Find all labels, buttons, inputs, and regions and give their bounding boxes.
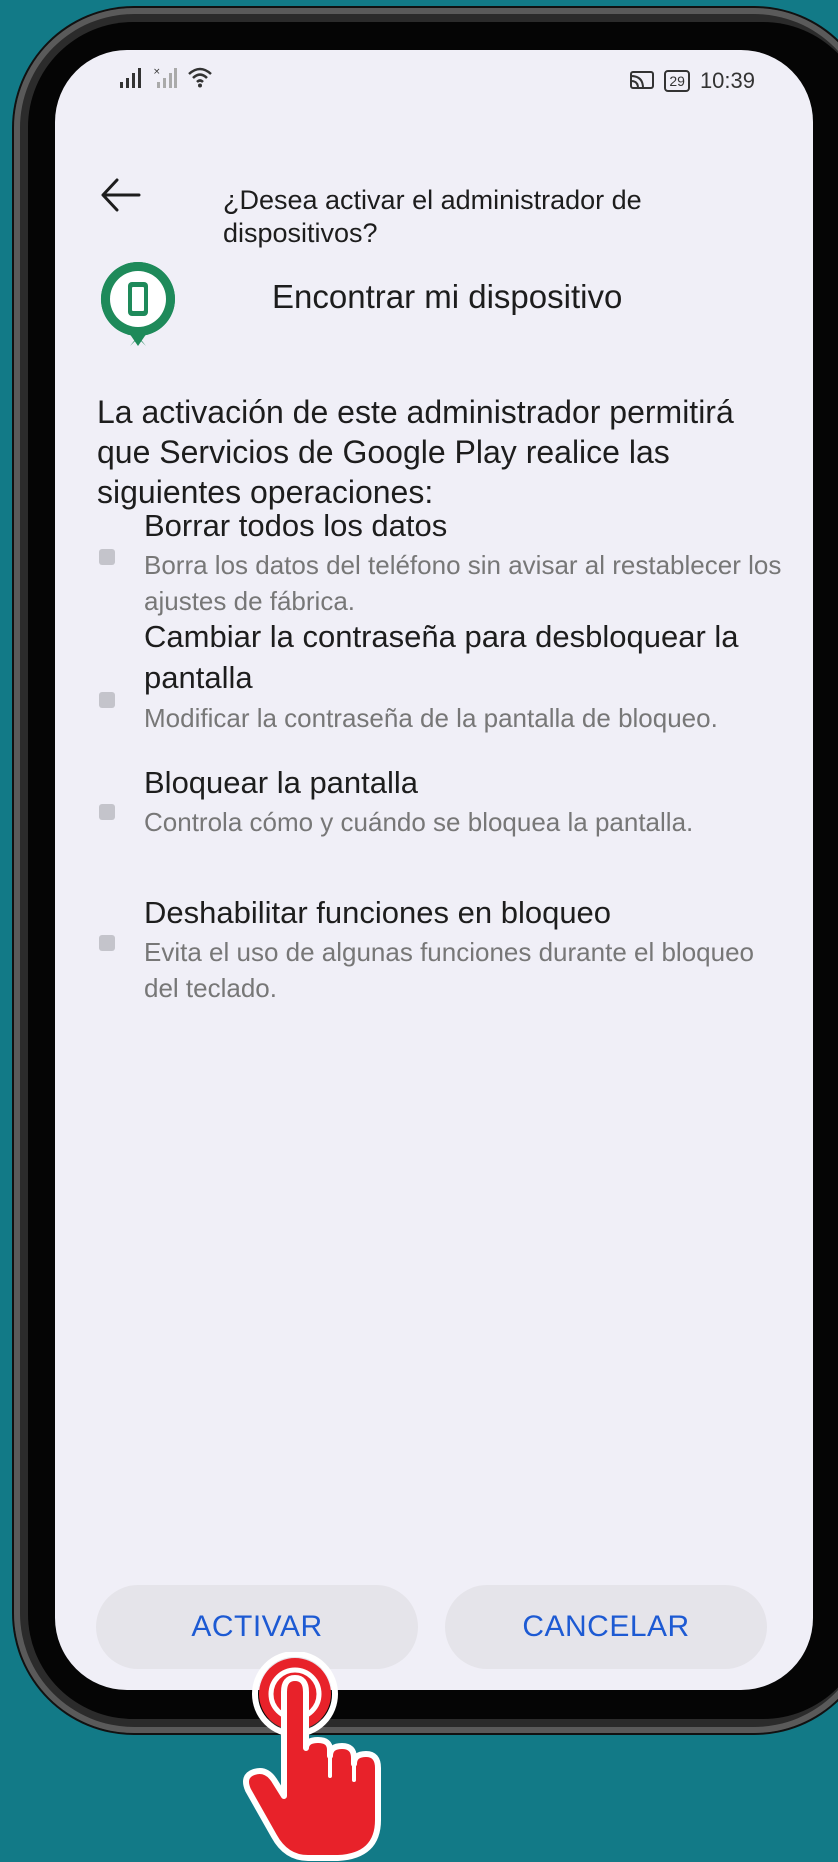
wifi-icon — [188, 67, 212, 88]
find-my-device-icon — [100, 262, 175, 346]
permission-description: Controla cómo y cuándo se bloquea la pan… — [144, 807, 694, 837]
signal-icon — [120, 68, 141, 88]
status-icons-left: × — [119, 66, 213, 88]
cast-icon — [630, 71, 655, 89]
permission-title: Deshabilitar funciones en bloqueo — [144, 895, 612, 930]
no-signal-icon: × — [153, 67, 177, 88]
battery-icon: 29 — [664, 70, 690, 92]
permission-title: Cambiar la contraseña para desbloquear l… — [144, 619, 739, 695]
permission-title: Borrar todos los datos — [144, 508, 448, 543]
cancel-button[interactable]: CANCELAR — [445, 1585, 767, 1669]
permission-description: Evita el uso de algunas funciones durant… — [144, 937, 754, 1003]
permission-checkbox — [99, 935, 115, 951]
back-arrow-icon[interactable] — [95, 170, 145, 220]
permission-title: Bloquear la pantalla — [144, 765, 419, 800]
permission-checkbox — [99, 549, 115, 565]
phone-screen: × 29 10:39 ¿Desea activar el administrad… — [55, 50, 813, 1690]
status-icons-right: 29 10:39 — [630, 68, 755, 94]
activation-description: La activación de este administrador perm… — [97, 394, 734, 510]
page-title: ¿Desea activar el administrador de dispo… — [223, 185, 642, 248]
status-bar: × 29 10:39 — [55, 50, 813, 110]
permission-checkbox — [99, 692, 115, 708]
permission-checkbox — [99, 804, 115, 820]
tap-hand-icon — [243, 1652, 381, 1861]
permission-description: Modificar la contraseña de la pantalla d… — [144, 703, 718, 733]
svg-text:×: × — [153, 67, 161, 77]
app-name: Encontrar mi dispositivo — [272, 278, 623, 315]
status-time: 10:39 — [699, 68, 755, 93]
permission-description: Borra los datos del teléfono sin avisar … — [144, 550, 782, 616]
